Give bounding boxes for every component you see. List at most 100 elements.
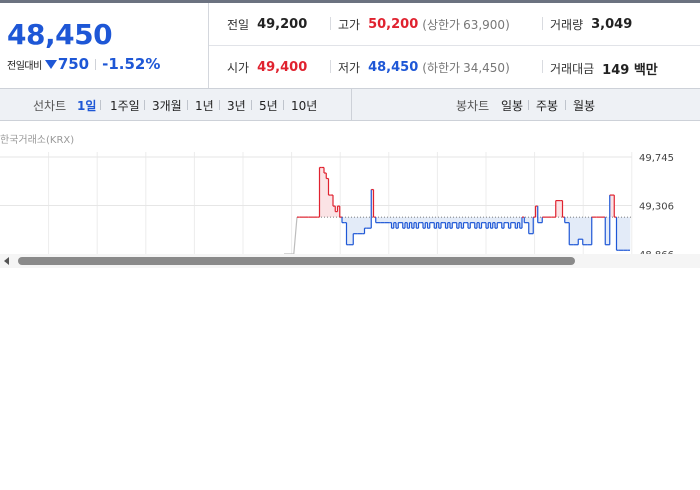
price-area-segment bbox=[513, 217, 516, 223]
current-price: 48,450 bbox=[7, 18, 113, 51]
price-area-segment bbox=[389, 217, 392, 223]
high-value: 50,200 bbox=[368, 17, 419, 32]
price-area-segment bbox=[497, 217, 500, 223]
price-area-segment bbox=[621, 217, 624, 251]
price-area-segment bbox=[499, 217, 503, 223]
price-area-segment bbox=[420, 217, 424, 223]
price-area-segment bbox=[558, 200, 561, 218]
pre-market-line bbox=[284, 217, 298, 255]
price-area-segment bbox=[623, 217, 626, 251]
divider bbox=[542, 60, 543, 73]
trade-value-label: 거래대금 bbox=[550, 62, 595, 76]
change-value: 750 bbox=[57, 55, 90, 73]
prev-close-label: 전일 bbox=[227, 18, 250, 32]
divider bbox=[330, 17, 331, 30]
price-area-segment bbox=[384, 217, 388, 223]
price-area-segment bbox=[328, 195, 332, 218]
price-area-segment bbox=[580, 217, 584, 240]
tab-monthly-candle[interactable]: 월봉 bbox=[573, 97, 595, 114]
tab-5-years[interactable]: 5년 bbox=[259, 97, 278, 114]
price-area-segment bbox=[483, 217, 487, 223]
price-area-segment bbox=[452, 217, 455, 223]
chart-grid bbox=[0, 152, 633, 255]
price-area-segment bbox=[335, 211, 338, 218]
divider bbox=[95, 58, 97, 70]
upper-limit-value: 63,900) bbox=[463, 17, 510, 32]
y-tick-label: 49,306 bbox=[639, 201, 674, 212]
tab-10-years[interactable]: 10년 bbox=[291, 97, 317, 114]
price-area-segment bbox=[587, 217, 590, 245]
divider bbox=[283, 100, 284, 110]
price-area-segment bbox=[470, 217, 473, 223]
tab-3-months[interactable]: 3개월 bbox=[152, 97, 182, 114]
tab-1-day[interactable]: 1일 bbox=[77, 97, 96, 114]
price-area-segment bbox=[436, 217, 440, 223]
chart-period-tabs: 선차트 1일 1주일 3개월 1년 3년 5년 10년 봉차트 일봉 주봉 월봉 bbox=[0, 88, 700, 121]
price-area-segment bbox=[360, 217, 363, 234]
divider bbox=[219, 100, 220, 110]
price-area-segment bbox=[344, 217, 347, 223]
divider bbox=[251, 100, 252, 110]
divider bbox=[528, 100, 529, 110]
stats-row-1: 전일 49,200 고가 50,200 (상한가 63,900) 거래량 3,0… bbox=[209, 3, 700, 45]
price-area-segment bbox=[488, 217, 491, 223]
price-area-segment bbox=[510, 217, 514, 223]
chart-scrollbar[interactable] bbox=[0, 254, 700, 268]
divider bbox=[330, 60, 331, 73]
divider bbox=[542, 17, 543, 30]
low-value: 48,450 bbox=[368, 60, 419, 75]
scroll-thumb[interactable] bbox=[18, 257, 575, 265]
prev-close-cell: 전일 49,200 bbox=[227, 16, 307, 33]
tab-weekly-candle[interactable]: 주봉 bbox=[536, 97, 558, 114]
price-area-segment bbox=[625, 217, 629, 251]
divider bbox=[100, 100, 101, 110]
trade-value-value: 149 백만 bbox=[602, 63, 658, 78]
price-area-segment bbox=[432, 217, 435, 223]
upper-limit-label: (상한가 bbox=[422, 18, 461, 32]
intraday-price-chart: 49,74549,30648,866 bbox=[0, 152, 674, 255]
price-area-segment bbox=[400, 217, 404, 223]
y-tick-label: 49,745 bbox=[639, 153, 674, 164]
candle-chart-label: 봉차트 bbox=[456, 99, 490, 113]
divider bbox=[351, 89, 352, 120]
price-area-segment bbox=[324, 173, 327, 218]
price-area-segment bbox=[459, 217, 462, 223]
high-label: 고가 bbox=[338, 18, 361, 32]
price-area-segment bbox=[447, 217, 451, 223]
tab-3-years[interactable]: 3년 bbox=[227, 97, 246, 114]
price-area-segment bbox=[526, 217, 530, 223]
change-row: 전일대비 750 -1.52% bbox=[7, 55, 160, 73]
price-area-segment bbox=[382, 217, 386, 223]
price-area-segment bbox=[618, 217, 622, 251]
scroll-left-icon[interactable] bbox=[4, 257, 9, 265]
price-area-segment bbox=[321, 167, 325, 218]
price-area-segment bbox=[366, 217, 370, 229]
current-price-block: 48,450 전일대비 750 -1.52% bbox=[0, 3, 209, 88]
price-area-segment bbox=[425, 217, 428, 223]
high-cell: 고가 50,200 (상한가 63,900) bbox=[338, 16, 510, 33]
price-area-segment bbox=[443, 217, 446, 223]
price-area-segment bbox=[465, 217, 469, 223]
price-summary: 48,450 전일대비 750 -1.52% 전일 49,200 고가 50,2… bbox=[0, 3, 700, 89]
price-area-segment bbox=[517, 217, 521, 223]
price-area-segment bbox=[387, 217, 390, 223]
price-area-segment bbox=[472, 217, 476, 223]
price-area-segment bbox=[364, 217, 368, 229]
tab-1-year[interactable]: 1년 bbox=[195, 97, 214, 114]
trade-value-cell: 거래대금 149 백만 bbox=[550, 59, 658, 78]
price-area-segment bbox=[481, 217, 485, 223]
price-area-segment bbox=[414, 217, 417, 223]
open-cell: 시가 49,400 bbox=[227, 59, 307, 76]
low-cell: 저가 48,450 (하한가 34,450) bbox=[338, 59, 510, 76]
price-area-segment bbox=[492, 217, 496, 223]
price-area-segment bbox=[585, 217, 588, 245]
price-area-segment bbox=[393, 217, 397, 223]
change-label: 전일대비 bbox=[7, 60, 42, 72]
price-area-segment bbox=[567, 217, 570, 223]
exchange-label: 한국거래소(KRX) bbox=[0, 135, 75, 146]
tab-1-week[interactable]: 1주일 bbox=[110, 97, 140, 114]
tab-daily-candle[interactable]: 일봉 bbox=[501, 97, 523, 114]
price-area-segment bbox=[506, 217, 509, 223]
volume-cell: 거래량 3,049 bbox=[550, 16, 632, 33]
price-area-segment bbox=[429, 217, 433, 223]
